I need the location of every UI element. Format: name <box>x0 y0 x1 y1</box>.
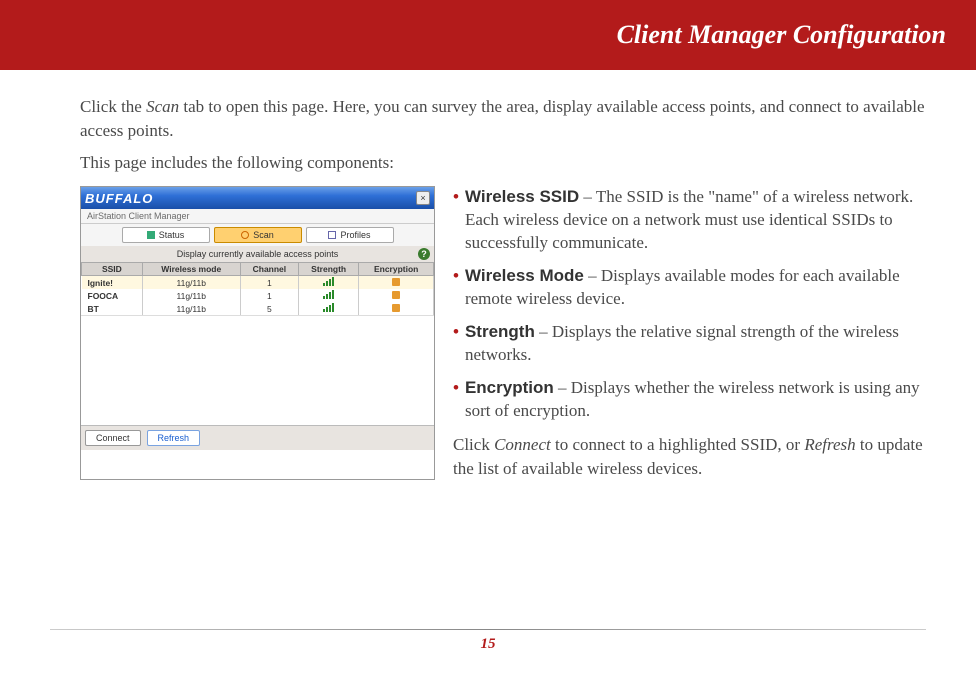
page-title: Client Manager Configuration <box>617 20 946 50</box>
intro-paragraph-2: This page includes the following compone… <box>80 151 926 175</box>
intro-1b: tab to open this page. Here, you can sur… <box>80 97 925 140</box>
intro-paragraph-1: Click the Scan tab to open this page. He… <box>80 95 926 143</box>
page-number: 15 <box>0 636 976 653</box>
header-bar: Client Manager Configuration <box>0 0 976 70</box>
closing-a: Click <box>453 435 494 454</box>
bullet-list: • Wireless SSID – The SSID is the "name"… <box>453 186 926 480</box>
scan-icon <box>241 231 249 239</box>
app-screenshot: BUFFALO × AirStation Client Manager Stat… <box>80 186 435 480</box>
col-ssid[interactable]: SSID <box>82 263 143 276</box>
brand-logo: BUFFALO <box>85 191 153 206</box>
intro-1a: Click the <box>80 97 146 116</box>
cell-channel: 1 <box>240 276 298 290</box>
bullet-dot: • <box>453 377 465 423</box>
cell-ssid: Ignite! <box>82 276 143 290</box>
closing-paragraph: Click Connect to connect to a highlighte… <box>453 433 926 481</box>
closing-em-refresh: Refresh <box>804 435 855 454</box>
refresh-label: Refresh <box>158 433 190 443</box>
footer-rule <box>50 629 926 630</box>
table-row[interactable]: FOOCA 11g/11b 1 <box>82 289 434 302</box>
content: Click the Scan tab to open this page. He… <box>0 70 976 480</box>
term: Strength <box>465 322 535 341</box>
cell-encryption <box>359 302 434 315</box>
col-strength[interactable]: Strength <box>298 263 358 276</box>
col-encryption[interactable]: Encryption <box>359 263 434 276</box>
cell-strength <box>298 276 358 290</box>
page-footer: 15 <box>0 629 976 653</box>
list-item: • Encryption – Displays whether the wire… <box>453 377 926 423</box>
banner: Display currently available access point… <box>81 246 434 262</box>
lock-icon <box>392 278 400 286</box>
cell-ssid: FOOCA <box>82 289 143 302</box>
tab-scan[interactable]: Scan <box>214 227 302 243</box>
list-item: • Wireless Mode – Displays available mod… <box>453 265 926 311</box>
refresh-button[interactable]: Refresh <box>147 430 201 446</box>
empty-list-area <box>81 315 434 425</box>
cell-channel: 1 <box>240 289 298 302</box>
intro-em-scan: Scan <box>146 97 179 116</box>
table-row[interactable]: Ignite! 11g/11b 1 <box>82 276 434 290</box>
product-line: AirStation Client Manager <box>81 209 434 224</box>
bullet-dot: • <box>453 321 465 367</box>
tab-status-label: Status <box>159 230 185 240</box>
lock-icon <box>392 304 400 312</box>
cell-ssid: BT <box>82 302 143 315</box>
table-header-row: SSID Wireless mode Channel Strength Encr… <box>82 263 434 276</box>
signal-bars-icon <box>323 290 334 299</box>
product-name: AirStation Client Manager <box>87 211 190 221</box>
tab-row: Status Scan Profiles <box>81 224 434 246</box>
window-titlebar: BUFFALO × <box>81 187 434 209</box>
list-item: • Wireless SSID – The SSID is the "name"… <box>453 186 926 255</box>
cell-encryption <box>359 289 434 302</box>
help-icon[interactable]: ? <box>418 248 430 260</box>
term: Wireless SSID <box>465 187 579 206</box>
profiles-icon <box>328 231 336 239</box>
cell-mode: 11g/11b <box>142 276 240 290</box>
bullet-dot: • <box>453 265 465 311</box>
cell-encryption <box>359 276 434 290</box>
close-icon[interactable]: × <box>416 191 430 205</box>
ap-table: SSID Wireless mode Channel Strength Encr… <box>81 262 434 315</box>
banner-text: Display currently available access point… <box>177 249 339 259</box>
signal-bars-icon <box>323 303 334 312</box>
closing-b: to connect to a highlighted SSID, or <box>551 435 805 454</box>
cell-mode: 11g/11b <box>142 302 240 315</box>
table-row[interactable]: BT 11g/11b 5 <box>82 302 434 315</box>
term: Encryption <box>465 378 554 397</box>
connect-button[interactable]: Connect <box>85 430 141 446</box>
closing-em-connect: Connect <box>494 435 551 454</box>
footer-buttons: Connect Refresh <box>81 425 434 450</box>
term: Wireless Mode <box>465 266 584 285</box>
tab-status[interactable]: Status <box>122 227 210 243</box>
tab-scan-label: Scan <box>253 230 274 240</box>
bullet-dot: • <box>453 186 465 255</box>
cell-mode: 11g/11b <box>142 289 240 302</box>
signal-bars-icon <box>323 277 334 286</box>
cell-strength <box>298 302 358 315</box>
status-icon <box>147 231 155 239</box>
connect-label: Connect <box>96 433 130 443</box>
col-channel[interactable]: Channel <box>240 263 298 276</box>
list-item: • Strength – Displays the relative signa… <box>453 321 926 367</box>
col-mode[interactable]: Wireless mode <box>142 263 240 276</box>
layout-row: BUFFALO × AirStation Client Manager Stat… <box>80 186 926 480</box>
cell-strength <box>298 289 358 302</box>
lock-icon <box>392 291 400 299</box>
cell-channel: 5 <box>240 302 298 315</box>
tab-profiles-label: Profiles <box>340 230 370 240</box>
tab-profiles[interactable]: Profiles <box>306 227 394 243</box>
